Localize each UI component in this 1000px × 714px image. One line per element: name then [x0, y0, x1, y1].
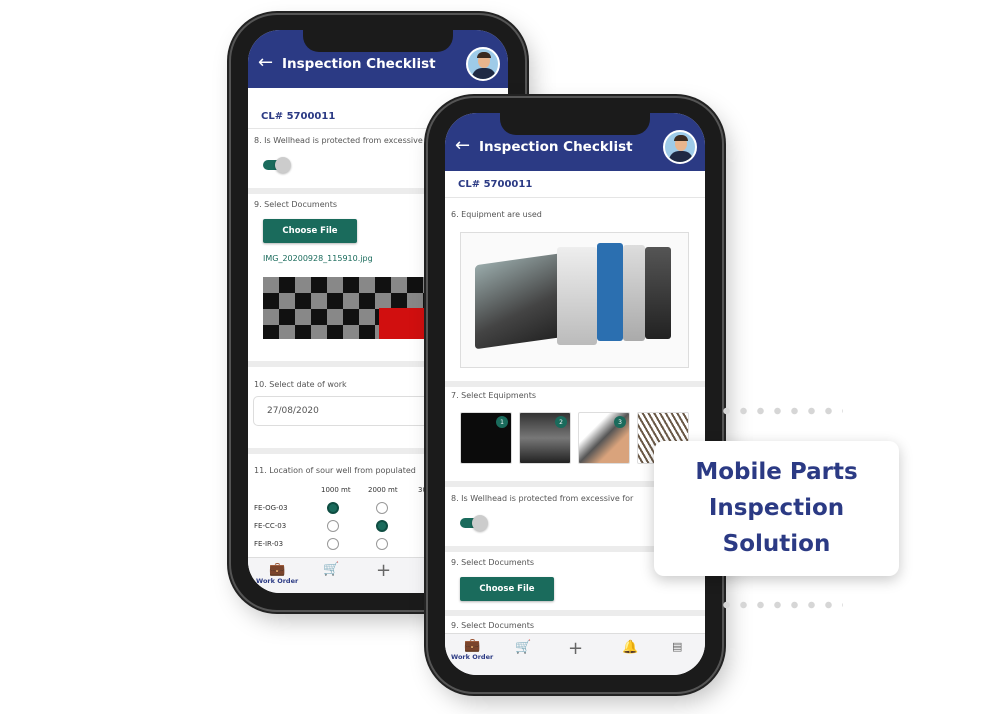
column-header: 1000 mt [321, 486, 351, 494]
dot-pattern [718, 601, 843, 609]
promo-line: Mobile Parts [695, 459, 858, 485]
nav-work-order[interactable]: 💼 Work Order [256, 562, 298, 585]
wellhead-toggle[interactable] [263, 157, 293, 173]
checklist-id: CL# 5700011 [261, 111, 336, 122]
row-label: FE-CC-03 [254, 522, 287, 530]
promo-line: Solution [722, 531, 831, 557]
question-8-label: 8. Is Wellhead is protected from excessi… [254, 136, 423, 145]
choose-file-button[interactable]: Choose File [460, 577, 554, 601]
page-title: Inspection Checklist [479, 139, 633, 155]
question-7-label: 7. Select Equipments [451, 391, 536, 400]
arrow-left-icon[interactable]: ← [258, 52, 273, 73]
avatar[interactable] [466, 47, 500, 81]
row-label: FE-OG-03 [254, 504, 288, 512]
dot-pattern [718, 407, 843, 415]
front-phone: ← Inspection Checklist CL# 5700011 6. Eq… [428, 98, 722, 692]
page-title: Inspection Checklist [282, 56, 436, 72]
promo-line: Inspection [708, 495, 845, 521]
date-value: 27/08/2020 [267, 406, 319, 416]
promo-card: Mobile Parts Inspection Solution [654, 441, 899, 576]
front-phone-screen: ← Inspection Checklist CL# 5700011 6. Eq… [445, 113, 705, 675]
notch [500, 113, 650, 135]
bell-icon[interactable]: 🔔 [622, 640, 638, 655]
radio-og-1000[interactable] [327, 502, 339, 514]
choose-file-button[interactable]: Choose File [263, 219, 357, 243]
question-8-label: 8. Is Wellhead is protected from excessi… [451, 494, 634, 503]
avatar[interactable] [663, 130, 697, 164]
equipment-image[interactable] [460, 232, 689, 368]
uploaded-filename[interactable]: IMG_20200928_115910.jpg [263, 254, 373, 263]
briefcase-icon: 💼 [464, 638, 481, 653]
radio-cc-1000[interactable] [327, 520, 339, 532]
arrow-left-icon[interactable]: ← [455, 135, 470, 156]
question-6-label: 6. Equipment are used [451, 210, 542, 219]
checklist-id: CL# 5700011 [458, 179, 533, 190]
briefcase-icon: 💼 [269, 562, 286, 577]
row-label: FE-IR-03 [254, 540, 284, 548]
column-header: 2000 mt [368, 486, 398, 494]
cart-icon[interactable]: 🛒 [323, 562, 339, 577]
column-header: 30 [418, 486, 427, 494]
equipment-thumb[interactable]: 1 [460, 412, 512, 464]
question-11-label: 11. Location of sour well from populated [254, 466, 416, 475]
bottom-nav: 💼 Work Order 🛒 + 🔔 ▤ [445, 633, 705, 675]
equipment-thumb[interactable]: 2 [519, 412, 571, 464]
question-9b-label: 9. Select Documents [451, 621, 535, 630]
cart-icon[interactable]: 🛒 [515, 640, 531, 655]
question-9-label: 9. Select Documents [254, 200, 338, 209]
question-10-label: 10. Select date of work [254, 380, 347, 389]
question-9-label: 9. Select Documents [451, 558, 535, 567]
radio-cc-2000[interactable] [376, 520, 388, 532]
equipment-thumb[interactable]: 3 [578, 412, 630, 464]
radio-ir-2000[interactable] [376, 538, 388, 550]
chart-icon[interactable]: ▤ [672, 640, 682, 653]
radio-ir-1000[interactable] [327, 538, 339, 550]
notch [303, 30, 453, 52]
wellhead-toggle[interactable] [460, 515, 490, 531]
plus-icon[interactable]: + [376, 560, 391, 581]
date-input[interactable]: 27/08/2020 [253, 396, 453, 426]
radio-og-2000[interactable] [376, 502, 388, 514]
nav-work-order[interactable]: 💼 Work Order [451, 638, 493, 661]
plus-icon[interactable]: + [568, 638, 583, 659]
